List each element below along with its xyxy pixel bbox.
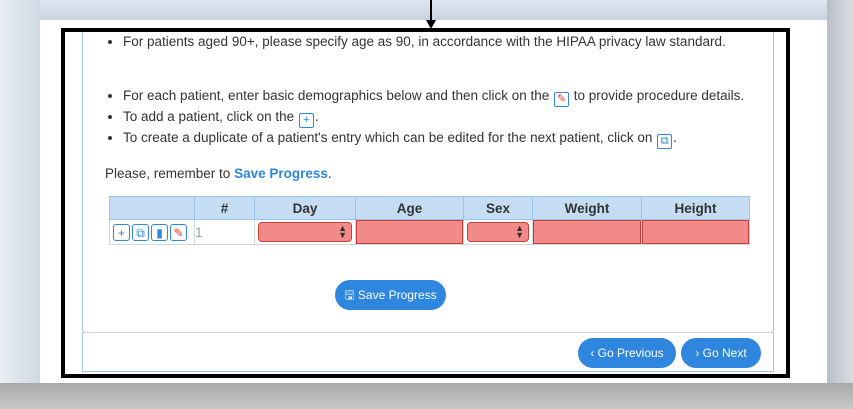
row-actions: + ⧉ ▮ ✎ [109, 219, 195, 245]
col-height: Height [641, 196, 750, 220]
edit-procedure-button[interactable]: ✎ [170, 223, 187, 241]
bullet-duplicate-patient: To create a duplicate of a patient's ent… [123, 128, 773, 149]
add-patient-button[interactable]: + [113, 223, 130, 241]
col-weight: Weight [532, 196, 642, 220]
age-input[interactable] [356, 220, 463, 244]
window-frame-top [0, 0, 853, 20]
save-progress-button[interactable]: 🖫 Save Progress [335, 280, 446, 310]
chevron-right-icon: › [695, 346, 703, 360]
instructions-main: For each patient, enter basic demographi… [93, 86, 773, 149]
bullet-enter-demographics: For each patient, enter basic demographi… [123, 86, 773, 107]
window-frame-bottom [0, 383, 853, 409]
col-actions [109, 196, 195, 220]
chevron-left-icon: ‹ [590, 346, 598, 360]
go-previous-button[interactable]: ‹ Go Previous [578, 338, 676, 368]
save-progress-link[interactable]: Save Progress [234, 166, 328, 181]
bullet-age-rule: For patients aged 90+, please specify ag… [123, 32, 773, 52]
save-reminder: Please, remember to Save Progress. [105, 166, 332, 181]
select-caret-icon: ▲ ▼ [338, 223, 347, 240]
bullet-add-patient: To add a patient, click on the +. [123, 107, 773, 128]
col-number: # [194, 196, 255, 220]
row-number: 1 [194, 219, 255, 245]
col-sex: Sex [463, 196, 533, 220]
instructions-top: For patients aged 90+, please specify ag… [93, 32, 773, 52]
select-caret-icon: ▲ ▼ [515, 223, 524, 240]
delete-patient-button[interactable]: ▮ [151, 223, 168, 241]
table-row: + ⧉ ▮ ✎ 1 ▲ ▼ ▲ ▼ [109, 219, 750, 245]
day-select[interactable]: ▲ ▼ [258, 222, 352, 242]
height-input[interactable] [642, 220, 749, 244]
save-icon: 🖫 [344, 288, 358, 302]
window-frame-right [827, 0, 853, 409]
sex-select[interactable]: ▲ ▼ [467, 222, 529, 242]
duplicate-patient-button[interactable]: ⧉ [132, 223, 149, 241]
patients-table: # Day Age Sex Weight Height + ⧉ ▮ ✎ 1 ▲ … [109, 196, 750, 245]
go-next-button[interactable]: › Go Next [681, 338, 761, 368]
duplicate-icon: ⧉ [657, 134, 673, 149]
weight-input[interactable] [533, 220, 641, 244]
highlight-box: For patients aged 90+, please specify ag… [61, 28, 790, 378]
col-age: Age [355, 196, 464, 220]
content-panel: For patients aged 90+, please specify ag… [82, 32, 774, 333]
col-day: Day [254, 196, 356, 220]
pointer-arrow-head-icon [426, 20, 436, 29]
window-frame-left [0, 0, 40, 409]
plus-icon: + [298, 113, 314, 128]
pencil-icon: ✎ [554, 92, 570, 107]
